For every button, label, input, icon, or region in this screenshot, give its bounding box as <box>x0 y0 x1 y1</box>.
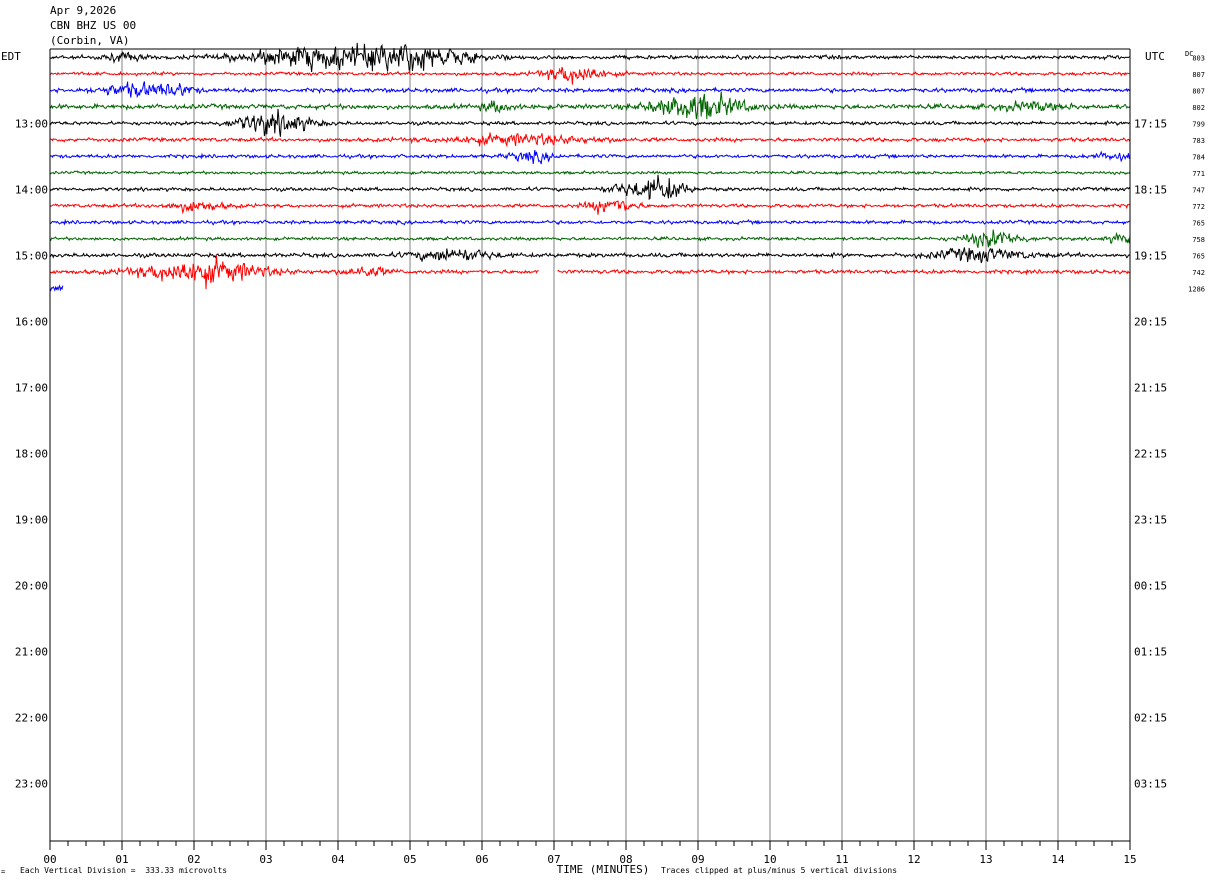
utc-hour-label: 21:15 <box>1134 381 1167 394</box>
seismic-trace <box>49 174 1131 201</box>
axis-labels: 00 01 02 03 04 05 06 07 08 09 10 11 12 13 14 15TIME (MI… <box>1 50 1205 876</box>
utc-hour-label: 01:15 <box>1134 645 1167 658</box>
seismic-trace <box>49 42 1131 73</box>
dc-offset-label: 758 <box>1192 236 1205 244</box>
left-axis-title: EDT <box>1 50 21 63</box>
dc-offset-label: 1286 <box>1188 285 1205 293</box>
dc-offset-label: 742 <box>1192 269 1205 277</box>
seismic-trace <box>49 108 1130 137</box>
edt-hour-label: 18:00 <box>15 447 48 460</box>
dc-offset-label: 807 <box>1192 71 1205 79</box>
seismic-trace <box>49 284 64 292</box>
seismic-trace <box>49 229 1131 248</box>
edt-hour-label: 13:00 <box>15 117 48 130</box>
x-tick-label: 13 <box>979 853 992 866</box>
utc-hour-label: 00:15 <box>1134 579 1167 592</box>
edt-hour-label: 22:00 <box>15 711 48 724</box>
x-tick-label: 12 <box>907 853 920 866</box>
dc-offset-label: 799 <box>1192 120 1205 128</box>
seismogram-plot: 00 01 02 03 04 05 06 07 08 09 10 11 12 13 14 15TIME (MI… <box>1 42 1205 876</box>
edt-hour-label: 14:00 <box>15 183 48 196</box>
utc-hour-label: 17:15 <box>1134 117 1167 130</box>
dc-offset-label: 783 <box>1192 137 1205 145</box>
seismic-trace <box>49 132 1131 148</box>
time-grid <box>49 49 1131 841</box>
dc-offset-label: 784 <box>1192 153 1205 161</box>
seismic-trace <box>49 91 1131 120</box>
seismic-trace <box>49 200 1131 215</box>
dc-offset-label: 772 <box>1192 203 1205 211</box>
utc-hour-label: 02:15 <box>1134 711 1167 724</box>
seismic-trace <box>49 150 1131 165</box>
utc-hour-label: 23:15 <box>1134 513 1167 526</box>
x-tick-label: 01 <box>115 853 128 866</box>
edt-hour-label: 21:00 <box>15 645 48 658</box>
dc-offset-label: 765 <box>1192 252 1205 260</box>
header-date: Apr 9,2026 <box>50 4 117 17</box>
dc-offset-label: 765 <box>1192 219 1205 227</box>
x-tick-label: 03 <box>259 853 272 866</box>
x-tick-label: 05 <box>403 853 416 866</box>
plot-axes <box>49 48 1131 850</box>
dc-offset-label: 747 <box>1192 186 1205 194</box>
edt-hour-label: 20:00 <box>15 579 48 592</box>
edt-hour-label: 17:00 <box>15 381 48 394</box>
seismic-trace <box>50 66 1131 85</box>
utc-hour-label: 22:15 <box>1134 447 1167 460</box>
dc-offset-label: 803 <box>1192 54 1205 62</box>
utc-hour-label: 19:15 <box>1134 249 1167 262</box>
edt-hour-label: 15:00 <box>15 249 48 262</box>
header-location: (Corbin, VA) <box>50 34 130 47</box>
seismic-trace <box>49 81 1131 99</box>
edt-hour-label: 23:00 <box>15 777 48 790</box>
utc-hour-label: 20:15 <box>1134 315 1167 328</box>
x-tick-label: 00 <box>43 853 56 866</box>
seismic-trace <box>49 247 1131 264</box>
header-station: CBN BHZ US 00 <box>50 19 137 32</box>
x-axis-title: TIME (MINUTES) <box>557 863 650 876</box>
seismic-trace <box>49 218 1131 227</box>
utc-hour-label: 03:15 <box>1134 777 1167 790</box>
x-tick-label: 02 <box>187 853 200 866</box>
seismic-trace <box>49 254 539 290</box>
seismic-trace <box>49 169 1131 176</box>
x-tick-label: 06 <box>475 853 488 866</box>
x-tick-label: 09 <box>691 853 704 866</box>
clip-note: Traces clipped at plus/minus 5 vertical … <box>661 866 898 875</box>
dc-offset-label: 807 <box>1192 87 1205 95</box>
x-tick-label: 10 <box>763 853 776 866</box>
edt-hour-label: 19:00 <box>15 513 48 526</box>
seismic-trace <box>557 268 1130 276</box>
x-tick-label: 14 <box>1051 853 1065 866</box>
utc-hour-label: 18:15 <box>1134 183 1167 196</box>
edt-hour-label: 16:00 <box>15 315 48 328</box>
x-tick-label: 04 <box>331 853 345 866</box>
dc-offset-label: 771 <box>1192 170 1205 178</box>
x-tick-label: 11 <box>835 853 848 866</box>
right-axis-title: UTC <box>1145 50 1165 63</box>
corner-mark: = <box>1 868 6 876</box>
x-tick-label: 15 <box>1123 853 1136 866</box>
scale-note: Each Vertical Division = 333.33 microvol… <box>20 866 228 875</box>
dc-offset-label: 802 <box>1192 104 1205 112</box>
seismic-traces <box>49 42 1131 292</box>
